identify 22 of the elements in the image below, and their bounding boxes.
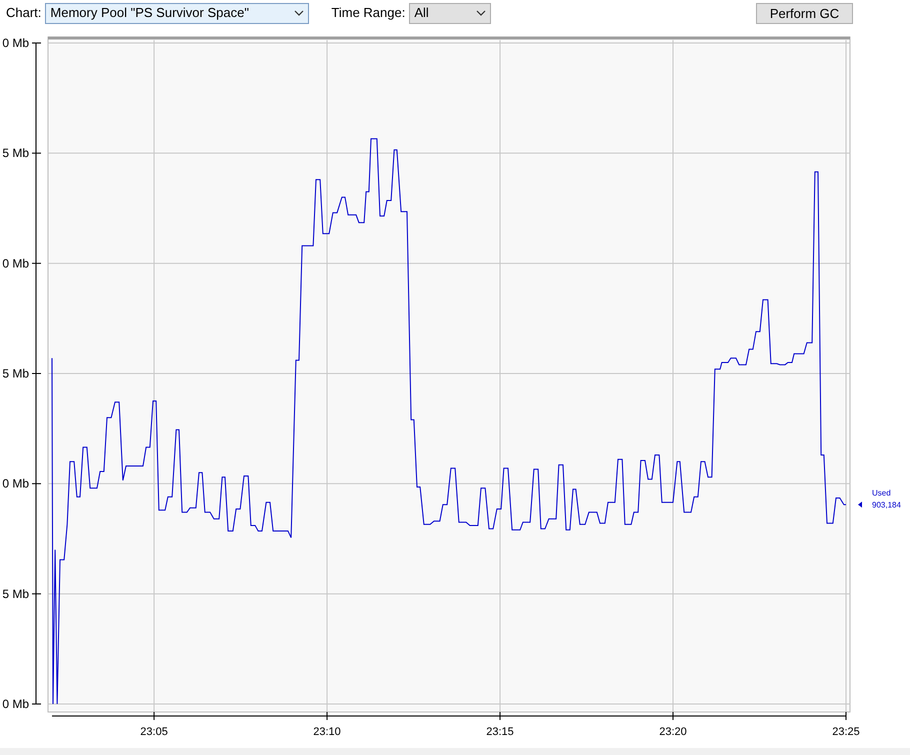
y-tick-label: 5 Mb xyxy=(2,146,29,160)
legend-current-value: 903,184 xyxy=(872,500,901,510)
legend-series-name: Used xyxy=(872,488,891,498)
y-tick-label: 0 Mb xyxy=(2,36,29,50)
time-range-select[interactable]: All xyxy=(409,2,492,24)
x-tick-label: 23:25 xyxy=(832,726,860,738)
x-tick-label: 23:15 xyxy=(486,726,514,738)
y-tick-label: 0 Mb xyxy=(2,256,29,270)
perform-gc-button[interactable]: Perform GC xyxy=(756,2,853,24)
time-range-label: Time Range: xyxy=(331,4,406,22)
y-tick-label: 5 Mb xyxy=(2,586,29,601)
y-tick-label: 0 Mb xyxy=(2,697,29,711)
x-tick-label: 23:05 xyxy=(140,726,168,738)
chart-label: Chart: xyxy=(6,4,42,22)
chart-select[interactable]: Memory Pool "PS Survivor Space" xyxy=(45,2,310,24)
triangle-marker-icon xyxy=(858,502,862,508)
x-tick-label: 23:10 xyxy=(313,726,341,738)
x-tick-label: 23:20 xyxy=(659,726,687,738)
chevron-down-icon xyxy=(294,10,304,16)
y-tick-label: 5 Mb xyxy=(2,366,29,380)
chevron-down-icon xyxy=(476,10,486,16)
y-tick-label: 0 Mb xyxy=(2,476,29,491)
